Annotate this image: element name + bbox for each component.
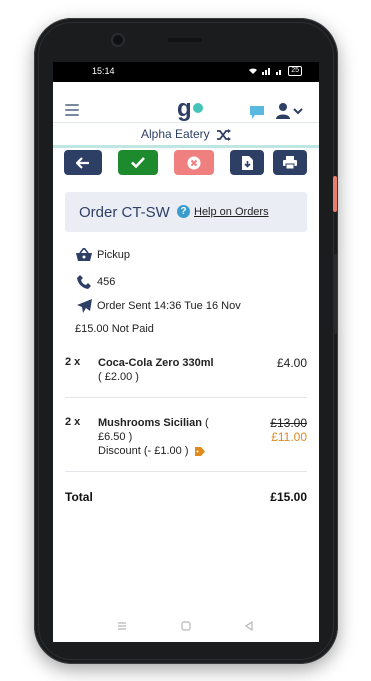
android-nav-bar <box>53 616 319 642</box>
status-icons: 25 <box>248 66 302 76</box>
restaurant-name: Alpha Eatery <box>140 127 210 141</box>
status-bar: 15:14 25 <box>53 62 319 82</box>
item-qty: 2 x <box>65 356 81 368</box>
total-label: Total <box>65 490 93 504</box>
order-toolbar <box>64 150 308 176</box>
divider <box>65 471 307 472</box>
chat-icon[interactable] <box>249 105 265 120</box>
paper-plane-icon <box>76 299 92 313</box>
item-unit-open: ( <box>201 417 209 429</box>
x-circle-icon <box>187 156 201 169</box>
download-file-icon <box>242 155 253 170</box>
volume-button <box>333 176 337 212</box>
arrow-left-icon <box>76 156 89 169</box>
item-unit-price: £6.50 ) <box>98 431 133 443</box>
download-button[interactable] <box>230 150 264 175</box>
basket-icon <box>76 248 92 261</box>
earpiece-speaker <box>168 38 202 42</box>
power-button <box>333 254 337 334</box>
help-icon: ? <box>177 205 190 218</box>
item-qty: 2 x <box>65 416 81 428</box>
phone-number: 456 <box>97 276 116 288</box>
wifi-icon <box>249 68 258 74</box>
item-price-block: £13.00 £11.00 <box>270 416 307 444</box>
item-price: £4.00 <box>276 356 307 370</box>
signal-icon <box>262 68 271 75</box>
list-item: 2 x Mushrooms Sicilian ( £6.50 ) Discoun… <box>65 416 307 460</box>
logo-dot <box>193 103 203 113</box>
front-camera <box>113 35 123 45</box>
item-discounted-price: £11.00 <box>271 430 307 444</box>
status-time: 15:14 <box>92 66 115 76</box>
item-details: Mushrooms Sicilian ( £6.50 ) Discount (-… <box>98 416 233 458</box>
battery-level: 25 <box>288 66 302 76</box>
app-header: g <box>53 82 319 123</box>
help-link-text[interactable]: Help on Orders <box>194 206 269 218</box>
item-original-price: £13.00 <box>270 416 307 430</box>
payment-status: £15.00 Not Paid <box>75 323 154 335</box>
signal-2-icon <box>276 70 282 75</box>
item-name: Mushrooms Sicilian <box>98 417 202 429</box>
order-type: Pickup <box>97 248 131 261</box>
item-unit-price: ( £2.00 ) <box>98 371 139 383</box>
total-value: £15.00 <box>270 490 307 504</box>
shuffle-icon[interactable] <box>217 128 232 141</box>
item-discount: Discount (- £1.00 ) <box>98 445 189 457</box>
menu-icon[interactable] <box>65 104 79 119</box>
order-sent-time: Order Sent 14:36 Tue 16 Nov <box>97 300 241 312</box>
order-title: Order CT-SW <box>79 204 170 221</box>
restaurant-switcher[interactable]: Alpha Eatery <box>53 123 319 148</box>
tag-icon <box>194 446 205 456</box>
phone-icon <box>77 275 91 289</box>
reject-button[interactable] <box>174 150 214 175</box>
order-header: Order CT-SW ? Help on Orders <box>65 192 307 232</box>
order-type-row: Pickup <box>75 248 130 261</box>
list-item: 2 x Coca-Cola Zero 330ml ( £2.00 ) £4.00 <box>65 356 307 386</box>
phone-row: 456 <box>75 275 115 289</box>
item-name: Coca-Cola Zero 330ml <box>98 357 214 369</box>
accept-button[interactable] <box>118 150 158 175</box>
back-button[interactable] <box>64 150 102 175</box>
user-menu-icon[interactable] <box>276 103 304 119</box>
check-icon <box>131 157 145 168</box>
app-logo: g <box>177 95 192 122</box>
printer-icon <box>283 156 297 169</box>
help-link[interactable]: ? Help on Orders <box>177 205 269 218</box>
print-button[interactable] <box>273 150 307 175</box>
back-nav-icon[interactable] <box>244 621 254 631</box>
sent-row: Order Sent 14:36 Tue 16 Nov <box>75 299 241 313</box>
home-icon[interactable] <box>181 621 191 631</box>
recent-apps-icon[interactable] <box>117 621 127 631</box>
divider <box>65 397 307 398</box>
app-screen: 15:14 25 g Alpha Eatery Order CT-SW ? He… <box>53 62 319 642</box>
item-details: Coca-Cola Zero 330ml ( £2.00 ) <box>98 356 233 384</box>
